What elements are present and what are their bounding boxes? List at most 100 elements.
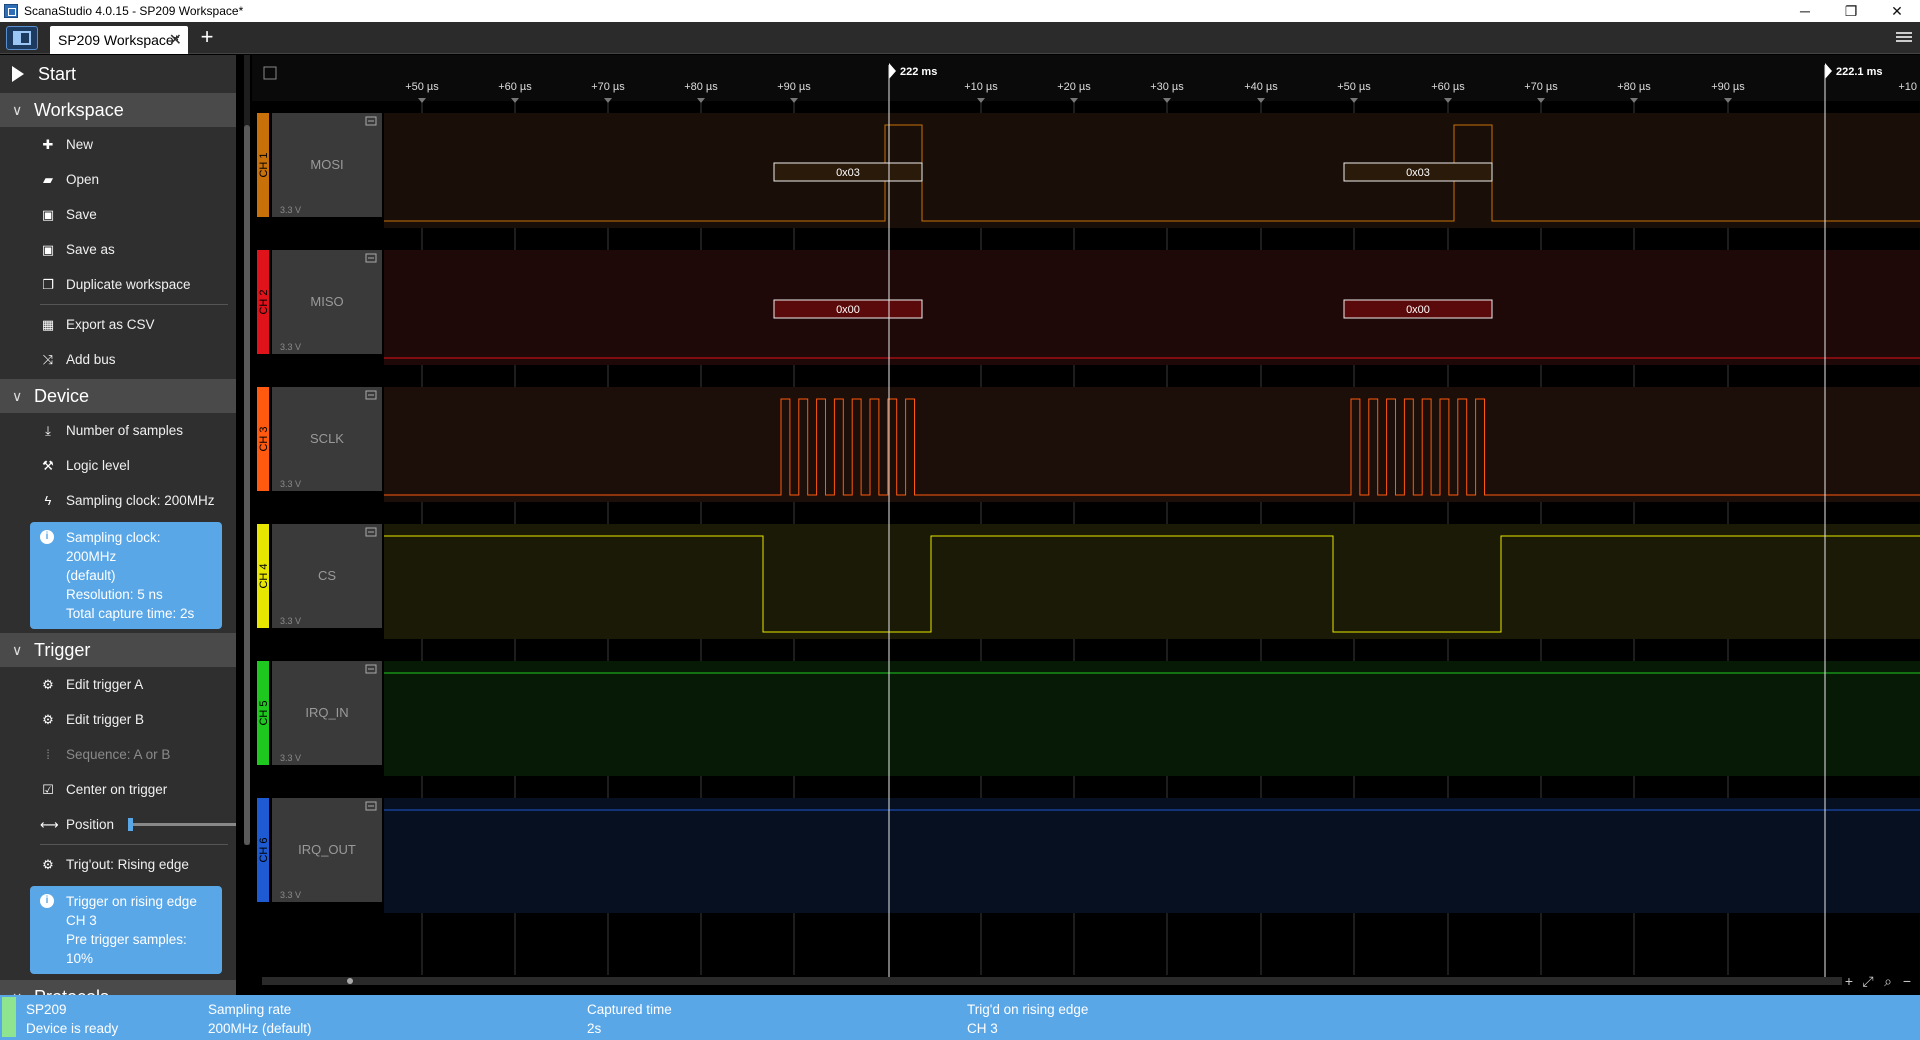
sidebar: Start ∨ Workspace ✚ New ▰ Open ▣ Save ▣ Save… bbox=[0, 55, 236, 995]
tab-workspace[interactable]: SP209 Workspace* ✕ bbox=[50, 26, 188, 54]
sidebar-item-position: ⟷ Position bbox=[0, 807, 236, 842]
horizontal-scrollbar[interactable] bbox=[262, 977, 1842, 985]
sidebar-scrollbar[interactable] bbox=[244, 55, 250, 845]
channel-band bbox=[384, 113, 1920, 228]
start-button[interactable]: Start bbox=[0, 55, 236, 93]
window-title: ScanaStudio 4.0.15 - SP209 Workspace* bbox=[24, 4, 244, 18]
sidebar-item-duplicate[interactable]: ❐ Duplicate workspace bbox=[0, 267, 236, 302]
section-title: Workspace bbox=[34, 99, 124, 120]
position-slider[interactable] bbox=[128, 818, 236, 831]
add-tab-button[interactable]: + bbox=[196, 26, 218, 48]
sidebar-toggle-button[interactable] bbox=[6, 26, 38, 50]
sidebar-item-sampling-clock[interactable]: ϟ Sampling clock: 200MHz bbox=[0, 483, 236, 518]
ruler-tick-label: +60 µs bbox=[498, 81, 532, 93]
info-line: Sampling clock: 200MHz bbox=[66, 530, 161, 564]
decode-value: 0x03 bbox=[1406, 167, 1430, 179]
item-label: Edit trigger B bbox=[66, 712, 145, 727]
waveform-view[interactable]: +50 µs +60 µs +70 µs +80 µs +90 µs +10 µs +20 … bbox=[252, 55, 1920, 995]
sidebar-item-save-as[interactable]: ▣ Save as bbox=[0, 232, 236, 267]
sidebar-scroll-thumb[interactable] bbox=[244, 125, 250, 845]
zoom-in-icon[interactable]: + bbox=[1845, 973, 1853, 989]
item-label: New bbox=[66, 137, 94, 152]
zoom-search-icon[interactable]: ⌕ bbox=[1884, 973, 1892, 989]
ruler-tick-label: +20 µs bbox=[1057, 81, 1091, 93]
section-protocols[interactable]: ∨ Protocols bbox=[0, 980, 236, 995]
ruler-tick-label: +30 µs bbox=[1150, 81, 1184, 93]
section-trigger[interactable]: ∨ Trigger bbox=[0, 633, 236, 667]
sidebar-item-open[interactable]: ▰ Open bbox=[0, 162, 236, 197]
sidebar-item-export-csv[interactable]: ▦ Export as CSV bbox=[0, 307, 236, 342]
sidebar-item-center-on-trigger[interactable]: ☑ Center on trigger bbox=[0, 772, 236, 807]
channel-band bbox=[384, 661, 1920, 776]
ruler-tick-label: +40 µs bbox=[1244, 81, 1278, 93]
item-label: Duplicate workspace bbox=[66, 277, 191, 292]
sidebar-item-edit-trigger-b[interactable]: ⚙ Edit trigger B bbox=[0, 702, 236, 737]
channel-voltage-label: 3.3 V bbox=[280, 753, 301, 763]
device-name: SP209 bbox=[26, 1002, 67, 1017]
ruler-background bbox=[252, 55, 1920, 101]
horizontal-scroll-thumb[interactable] bbox=[347, 978, 353, 984]
sidebar-item-number-of-samples[interactable]: ⤓ Number of samples bbox=[0, 413, 236, 448]
ruler-tick-label: +60 µs bbox=[1431, 81, 1465, 93]
sampling-rate-label: Sampling rate bbox=[208, 1002, 292, 1017]
floppy-icon: ▣ bbox=[41, 206, 55, 222]
ruler-tick-label: +70 µs bbox=[1524, 81, 1558, 93]
channel-row-4[interactable]: CH 4 CS 3.3 V bbox=[257, 524, 1920, 639]
sidebar-item-edit-trigger-a[interactable]: ⚙ Edit trigger A bbox=[0, 667, 236, 702]
ruler-tick-label: +70 µs bbox=[591, 81, 625, 93]
channel-voltage-label: 3.3 V bbox=[280, 479, 301, 489]
bolt-icon: ϟ bbox=[44, 493, 52, 508]
item-label: Add bus bbox=[66, 352, 116, 367]
section-device[interactable]: ∨ Device bbox=[0, 379, 236, 413]
item-label: Center on trigger bbox=[66, 782, 168, 797]
item-label: Number of samples bbox=[66, 423, 184, 438]
sidebar-item-sequence: ⁞ Sequence: A or B bbox=[0, 737, 236, 772]
trigger-status-label: Trig'd on rising edge bbox=[967, 1002, 1089, 1017]
close-window-button[interactable]: ✕ bbox=[1874, 0, 1920, 22]
channel-voltage-label: 3.3 V bbox=[280, 342, 301, 352]
item-label: Export as CSV bbox=[66, 317, 155, 332]
channel-row-5[interactable]: CH 5 IRQ_IN 3.3 V bbox=[257, 661, 1920, 776]
zoom-out-icon[interactable]: − bbox=[1903, 973, 1911, 989]
item-label: Sampling clock: 200MHz bbox=[66, 493, 215, 508]
channel-row-2[interactable]: CH 2 MISO 3.3 V 0x00 0x00 bbox=[257, 250, 1920, 365]
restore-button[interactable]: ❐ bbox=[1828, 0, 1874, 22]
sidebar-item-logic-level[interactable]: ⚒ Logic level bbox=[0, 448, 236, 483]
settings-sliders-icon[interactable] bbox=[1896, 30, 1912, 46]
shuffle-icon: ⤨ bbox=[42, 351, 54, 367]
channel-band bbox=[384, 250, 1920, 365]
section-workspace[interactable]: ∨ Workspace bbox=[0, 93, 236, 127]
item-label: Position bbox=[66, 817, 115, 832]
info-line: Trigger on rising edge bbox=[66, 894, 197, 909]
start-label: Start bbox=[38, 63, 77, 84]
sidebar-item-save[interactable]: ▣ Save bbox=[0, 197, 236, 232]
time-marker-label: 222 ms bbox=[900, 66, 937, 78]
sidebar-item-add-bus[interactable]: ⤨ Add bus bbox=[0, 342, 236, 377]
item-label: Sequence: A or B bbox=[66, 747, 171, 762]
sidebar-item-trigout[interactable]: ⚙ Trig'out: Rising edge bbox=[0, 847, 236, 882]
channel-name-label: SCLK bbox=[310, 431, 344, 446]
checkbox-checked-icon[interactable]: ☑ bbox=[40, 782, 56, 798]
sidebar-item-new[interactable]: ✚ New bbox=[0, 127, 236, 162]
position-slider-knob[interactable] bbox=[128, 818, 134, 831]
section-title: Device bbox=[34, 385, 90, 406]
sequence-icon: ⁞ bbox=[46, 747, 50, 762]
sampling-rate-value: 200MHz (default) bbox=[208, 1021, 312, 1036]
tab-close-icon[interactable]: ✕ bbox=[169, 30, 182, 50]
gear-icon: ⚙ bbox=[42, 676, 54, 692]
divider bbox=[40, 844, 228, 845]
minimize-button[interactable]: ─ bbox=[1782, 0, 1828, 22]
channel-number-label: CH 5 bbox=[258, 700, 270, 725]
ruler-tick-label: +80 µs bbox=[684, 81, 718, 93]
channel-row-6[interactable]: CH 6 IRQ_OUT 3.3 V bbox=[257, 798, 1920, 913]
channel-row-1[interactable]: CH 1 MOSI 3.3 V 0x03 0x03 bbox=[257, 113, 1920, 228]
channel-row-3[interactable]: CH 3 SCLK 3.3 V bbox=[257, 387, 1920, 502]
download-icon: ⤓ bbox=[45, 422, 51, 438]
item-label: Trig'out: Rising edge bbox=[66, 857, 189, 872]
device-status-led bbox=[2, 997, 16, 1037]
channel-number-label: CH 1 bbox=[258, 152, 270, 177]
status-bar: SP209 Device is ready Sampling rate 200M… bbox=[0, 995, 1920, 1040]
ruler-tick-label: +50 µs bbox=[1337, 81, 1371, 93]
fit-view-icon[interactable]: ⤢ bbox=[1862, 973, 1873, 989]
title-bar: ScanaStudio 4.0.15 - SP209 Workspace* ─ … bbox=[0, 0, 1920, 22]
